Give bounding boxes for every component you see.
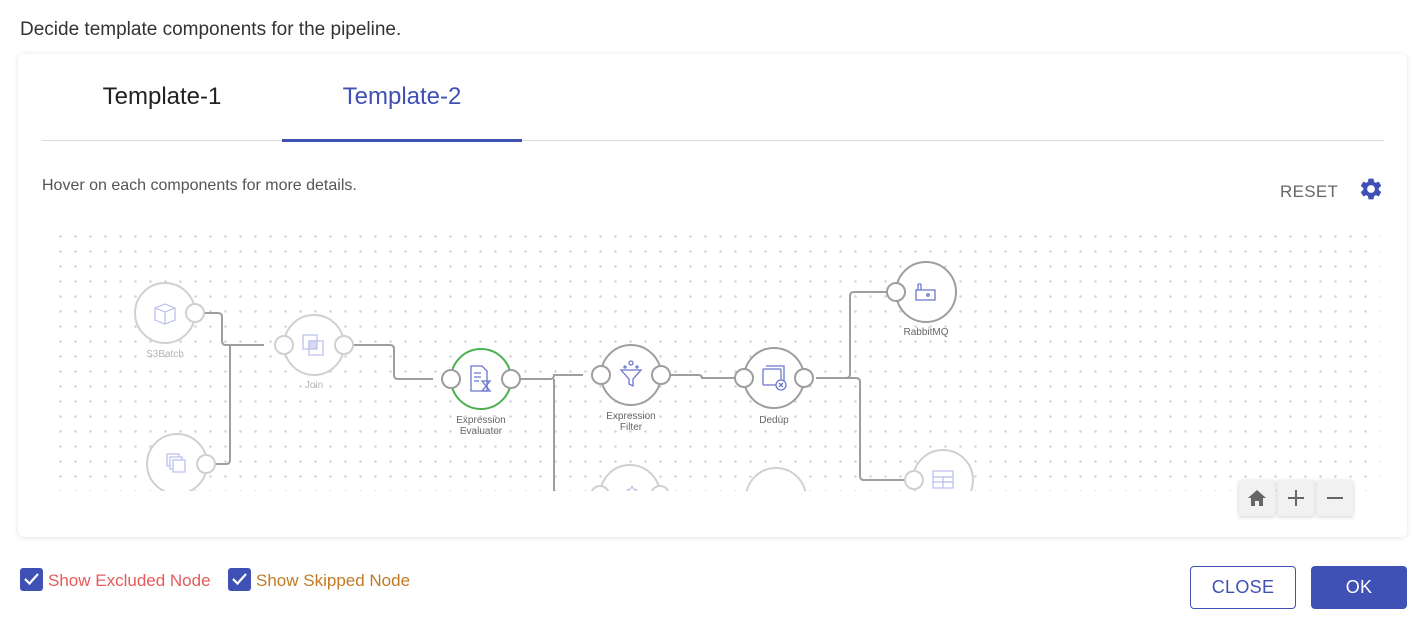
node-lower-a (590, 464, 670, 491)
tab-template-1[interactable]: Template-1 (42, 54, 282, 140)
node-lower-b (745, 467, 807, 491)
checkmark-icon (24, 573, 39, 586)
node-source2 (146, 433, 216, 491)
show-excluded-label[interactable]: Show Excluded Node (48, 571, 211, 591)
minus-icon (1327, 497, 1343, 499)
template-tabs: Template-1 Template-2 (42, 54, 1384, 142)
hover-hint: Hover on each components for more detail… (42, 177, 357, 194)
pipeline-canvas[interactable]: S3Batch Join Expression Evaluator Expres… (50, 226, 1380, 491)
edge-dedup-table (846, 377, 906, 481)
node-label-expression-evaluator-2: Evaluator (460, 426, 503, 437)
node-expression-filter: Expression Filter (591, 344, 671, 433)
node-join: Join (274, 314, 354, 391)
template-card: Template-1 Template-2 Hover on each comp… (18, 54, 1407, 537)
close-button[interactable]: CLOSE (1190, 566, 1296, 609)
stacked-files-icon (166, 453, 186, 473)
show-skipped-label[interactable]: Show Skipped Node (256, 571, 410, 591)
node-label-dedup: Dedup (759, 415, 789, 426)
node-table-sink (904, 449, 974, 491)
node-label-expression-filter-2: Filter (620, 422, 643, 433)
node-label-join: Join (305, 380, 323, 391)
dialog-intro-text: Decide template components for the pipel… (20, 19, 402, 40)
edge-join-eval (344, 344, 433, 380)
edge-eval-filter (513, 374, 583, 380)
node-label-expression-filter: Expression (606, 411, 655, 422)
node-expression-evaluator: Expression Evaluator (441, 348, 521, 437)
reset-button[interactable]: RESET (1280, 182, 1338, 202)
node-label-s3batch: S3Batch (146, 349, 184, 360)
zoom-in-button[interactable] (1278, 480, 1314, 516)
checkmark-icon (232, 573, 247, 586)
ok-button[interactable]: OK (1311, 566, 1407, 609)
plus-icon (1288, 490, 1304, 506)
show-excluded-checkbox[interactable] (20, 568, 43, 591)
edge-filter-dedup (663, 374, 736, 379)
home-icon (1248, 490, 1266, 506)
zoom-home-button[interactable] (1239, 480, 1275, 516)
node-rabbitmq: RabbitMQ (886, 261, 957, 338)
edge-dedup-rabbit (816, 291, 889, 379)
edge-source2-join (206, 345, 231, 465)
node-s3batch: S3Batch (134, 282, 205, 360)
node-label-rabbitmq: RabbitMQ (903, 327, 948, 338)
node-label-expression-evaluator: Expression (456, 415, 505, 426)
show-skipped-checkbox[interactable] (228, 568, 251, 591)
tab-template-2[interactable]: Template-2 (282, 54, 522, 142)
zoom-out-button[interactable] (1317, 480, 1353, 516)
gear-icon[interactable] (1358, 176, 1384, 202)
node-dedup: Dedup (734, 347, 814, 426)
